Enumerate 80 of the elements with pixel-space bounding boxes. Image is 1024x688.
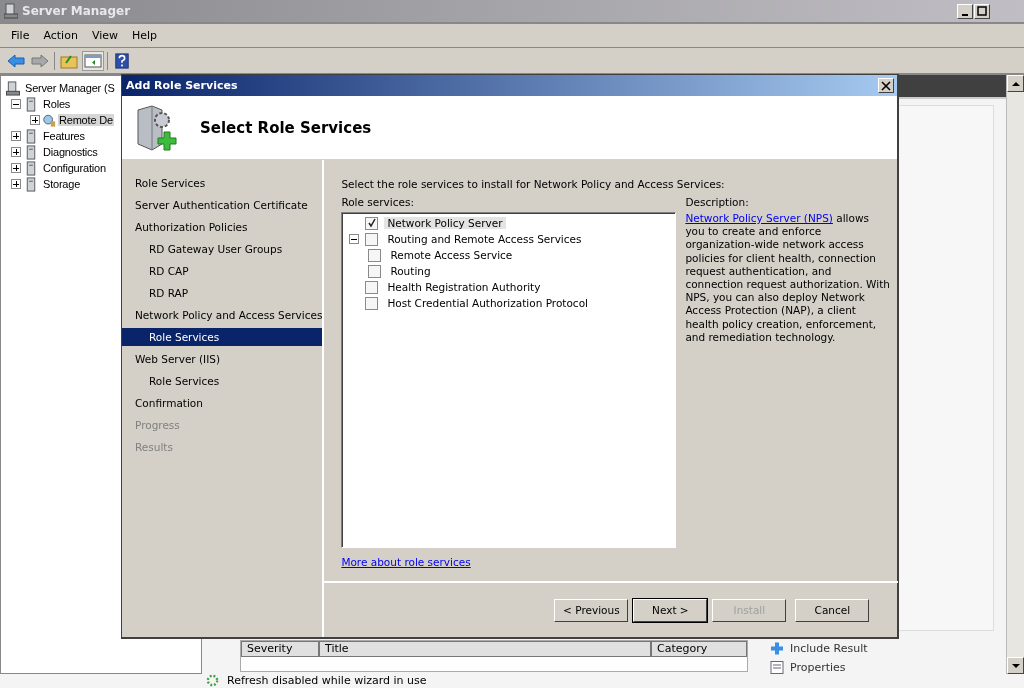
menu-item[interactable]: Action xyxy=(36,27,85,44)
menu-item[interactable]: View xyxy=(84,27,125,44)
wizard-step[interactable]: Confirmation xyxy=(122,394,323,412)
page-heading: Select Role Services xyxy=(200,118,372,137)
wizard-step[interactable]: RD Gateway User Groups xyxy=(122,240,323,258)
tree-item[interactable]: Remote De xyxy=(58,114,114,126)
server-icon xyxy=(6,80,20,96)
server-icon xyxy=(24,144,38,160)
checkbox[interactable] xyxy=(365,280,379,294)
close-icon xyxy=(881,80,891,91)
expander-icon[interactable] xyxy=(11,163,21,173)
server-icon xyxy=(24,176,38,192)
server-icon xyxy=(24,96,38,112)
instruction-text: Select the role services to install for Network Policy and Access Services: xyxy=(341,178,726,190)
wizard-step[interactable]: Network Policy and Access Services xyxy=(122,306,323,324)
wizard-button[interactable]: < Previous xyxy=(554,598,629,622)
description-label: Description: xyxy=(685,196,750,208)
tree-item[interactable]: Diagnostics xyxy=(41,146,100,158)
maximize-button[interactable] xyxy=(974,3,990,19)
wizard-step[interactable]: Role Services xyxy=(122,328,323,346)
status-text: Refresh disabled while wizard in use xyxy=(227,674,427,687)
globe-icon xyxy=(42,112,56,128)
dialog-title: Add Role Services xyxy=(126,79,238,92)
maximize-icon xyxy=(977,6,987,16)
expander-icon[interactable] xyxy=(11,147,21,157)
server-icon xyxy=(24,128,38,144)
menu-item[interactable]: Help xyxy=(125,27,165,44)
wizard-step[interactable]: RD CAP xyxy=(122,262,323,280)
checkbox[interactable] xyxy=(368,264,382,278)
server-icon xyxy=(4,3,18,19)
expander-icon[interactable] xyxy=(11,131,21,141)
close-button[interactable] xyxy=(878,78,894,93)
checkbox[interactable] xyxy=(365,296,379,310)
menu-item[interactable]: File xyxy=(4,27,37,44)
tree-item[interactable]: Features xyxy=(41,130,87,142)
wizard-step[interactable]: Web Server (IIS) xyxy=(122,350,323,368)
tree-item[interactable]: Server Manager (S xyxy=(23,82,117,94)
wizard-button[interactable]: Next > xyxy=(633,598,708,622)
tree-item[interactable]: Roles xyxy=(41,98,73,110)
list-label: Role services: xyxy=(341,196,415,208)
minimize-button[interactable] xyxy=(957,3,973,19)
description-text: Network Policy Server (NPS) allows you to create and enforce organization-wide network access policies for client health, connection request authentication, and connection request authorization. With NPS, you can also deploy Network Access Protection (NAP), a client health policy creation, enforcement, and remediation technology. xyxy=(685,212,891,345)
back-arrow-icon[interactable] xyxy=(6,51,26,70)
checkbox[interactable] xyxy=(365,216,379,230)
wizard-step[interactable]: Role Services xyxy=(122,174,323,192)
expander-icon[interactable] xyxy=(30,115,40,125)
column-header[interactable]: Severity xyxy=(241,641,319,657)
tree-item[interactable]: Configuration xyxy=(41,162,108,174)
column-header[interactable]: Category xyxy=(651,641,747,657)
wizard-step[interactable]: Authorization Policies xyxy=(122,218,323,236)
wizard-step[interactable]: RD RAP xyxy=(122,284,323,302)
expander-icon[interactable] xyxy=(11,99,21,109)
task-link[interactable]: Properties xyxy=(790,661,846,674)
role-service-item[interactable]: Routing xyxy=(387,265,434,277)
role-service-item[interactable]: Network Policy Server xyxy=(384,217,506,229)
help-icon[interactable] xyxy=(112,51,132,70)
role-service-item[interactable]: Routing and Remote Access Services xyxy=(384,233,585,245)
role-service-item[interactable]: Health Registration Authority xyxy=(384,281,544,293)
checkbox[interactable] xyxy=(365,232,379,246)
server-icon xyxy=(24,160,38,176)
more-info-link[interactable]: More about role services xyxy=(341,556,471,568)
wizard-step[interactable]: Server Authentication Certificate xyxy=(122,196,323,214)
role-service-item[interactable]: Host Credential Authorization Protocol xyxy=(384,297,591,309)
nps-link[interactable]: Network Policy Server (NPS) xyxy=(685,212,833,224)
wizard-step[interactable]: Role Services xyxy=(122,372,323,390)
pane-toggle-icon[interactable] xyxy=(83,51,103,70)
checkbox[interactable] xyxy=(368,248,382,262)
expander-icon[interactable] xyxy=(11,179,21,189)
role-service-item[interactable]: Remote Access Service xyxy=(387,249,516,261)
column-header[interactable]: Title xyxy=(319,641,651,657)
wizard-button[interactable]: Cancel xyxy=(795,598,870,622)
plus-icon xyxy=(770,641,784,656)
window-title: Server Manager xyxy=(22,4,132,18)
minimize-icon xyxy=(962,13,968,16)
role-services-list[interactable]: Network Policy Server Routing and Remote Access Services Remote Access Service Routing Health Registration Authority Host Credential Authorization Protocol xyxy=(341,212,677,548)
collapse-icon[interactable] xyxy=(349,234,360,244)
tree-item[interactable]: Storage xyxy=(41,178,83,190)
task-link[interactable]: Include Result xyxy=(790,642,868,655)
scrollbar[interactable] xyxy=(1006,75,1024,674)
spinner-icon xyxy=(206,674,219,687)
